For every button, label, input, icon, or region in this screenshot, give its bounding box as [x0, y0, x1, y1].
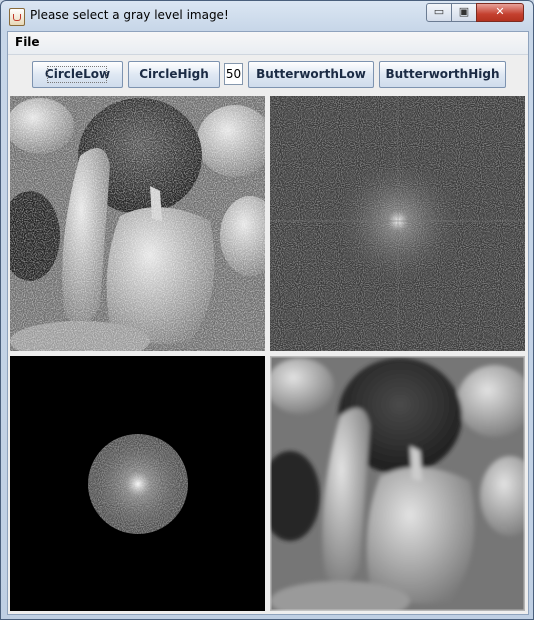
title-bar[interactable]: Please select a gray level image! ▭ ▣ ✕: [1, 1, 533, 31]
maximize-button[interactable]: ▣: [451, 3, 477, 22]
result-image-panel: [270, 356, 525, 611]
java-icon: [9, 8, 25, 26]
focus-ring: [47, 66, 107, 83]
toolbar: CircleLow CircleHigh 50 ButterworthLow B…: [8, 55, 528, 93]
original-image-panel: [10, 96, 265, 351]
butterworth-low-button[interactable]: ButterworthLow: [248, 61, 374, 88]
circle-high-button[interactable]: CircleHigh: [128, 61, 220, 88]
butterworth-high-button[interactable]: ButterworthHigh: [379, 61, 506, 88]
circle-low-button[interactable]: CircleLow: [32, 61, 123, 88]
window-title: Please select a gray level image!: [30, 8, 229, 22]
filtered-spectrum-panel: [10, 356, 265, 611]
spectrum-panel: [270, 96, 525, 351]
app-window: Please select a gray level image! ▭ ▣ ✕ …: [0, 0, 534, 620]
menu-file[interactable]: File: [15, 35, 40, 49]
menu-bar: File: [8, 32, 528, 55]
peppers-noisy-image: [10, 96, 265, 351]
close-button[interactable]: ✕: [476, 3, 524, 22]
minimize-button[interactable]: ▭: [426, 3, 452, 22]
circle-filtered-spectrum-image: [10, 356, 265, 611]
content-pane: File CircleLow CircleHigh 50 Butterworth…: [7, 31, 529, 615]
cutoff-input[interactable]: 50: [224, 63, 243, 85]
peppers-lowpass-result-image: [270, 356, 525, 611]
fourier-spectrum-image: [270, 96, 525, 351]
